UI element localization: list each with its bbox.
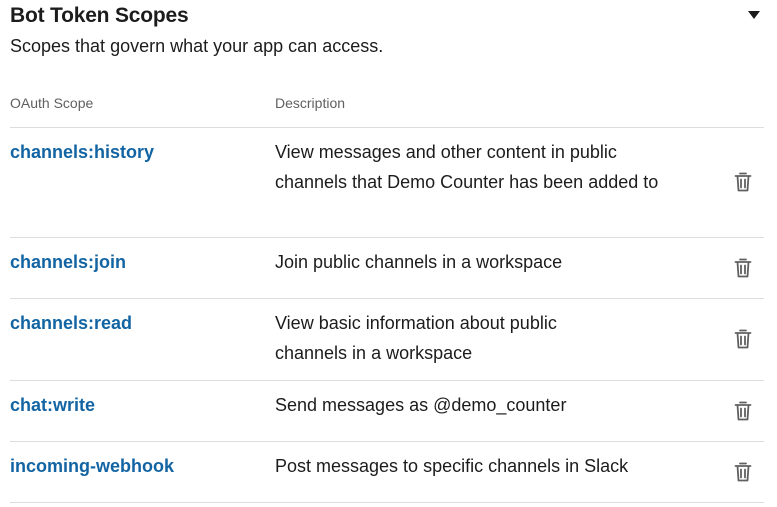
table-row: channels:read View basic information abo… [10, 299, 764, 381]
table-row: chat:write Send messages as @demo_counte… [10, 381, 764, 442]
section-title: Bot Token Scopes [10, 4, 189, 27]
scope-description: Send messages as @demo_counter [275, 395, 567, 415]
scope-link[interactable]: incoming-webhook [10, 456, 174, 477]
scope-link[interactable]: channels:history [10, 142, 154, 163]
header-description: Description [275, 95, 346, 111]
table-row: incoming-webhook Post messages to specif… [10, 442, 764, 503]
trash-icon[interactable] [734, 461, 752, 483]
table-row: channels:history View messages and other… [10, 128, 764, 238]
scope-link[interactable]: channels:join [10, 252, 126, 273]
trash-icon[interactable] [734, 257, 752, 279]
scope-link[interactable]: chat:write [10, 395, 95, 416]
scope-description: Post messages to specific channels in Sl… [275, 456, 629, 476]
header-oauth-scope: OAuth Scope [10, 95, 94, 111]
section-subtitle: Scopes that govern what your app can acc… [10, 36, 384, 56]
trash-icon[interactable] [734, 171, 752, 193]
table-row: channels:join Join public channels in a … [10, 238, 764, 299]
scope-link[interactable]: channels:read [10, 313, 132, 334]
trash-icon[interactable] [734, 328, 752, 350]
scope-description: View messages and other content in publi… [275, 142, 659, 192]
table-header: OAuth Scope Description [10, 93, 764, 128]
scope-description: View basic information about public chan… [275, 313, 557, 363]
trash-icon[interactable] [734, 400, 752, 422]
scopes-table-body: channels:history View messages and other… [10, 128, 764, 503]
scope-description: Join public channels in a workspace [275, 252, 563, 272]
caret-down-icon[interactable] [748, 11, 760, 19]
